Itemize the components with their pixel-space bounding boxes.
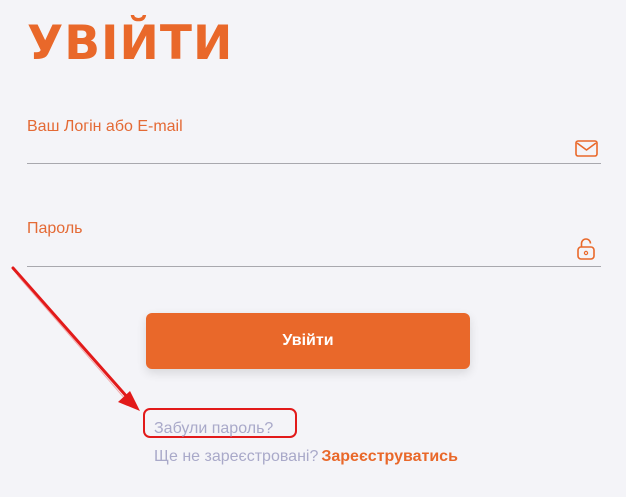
annotation-arrow: [11, 266, 140, 411]
